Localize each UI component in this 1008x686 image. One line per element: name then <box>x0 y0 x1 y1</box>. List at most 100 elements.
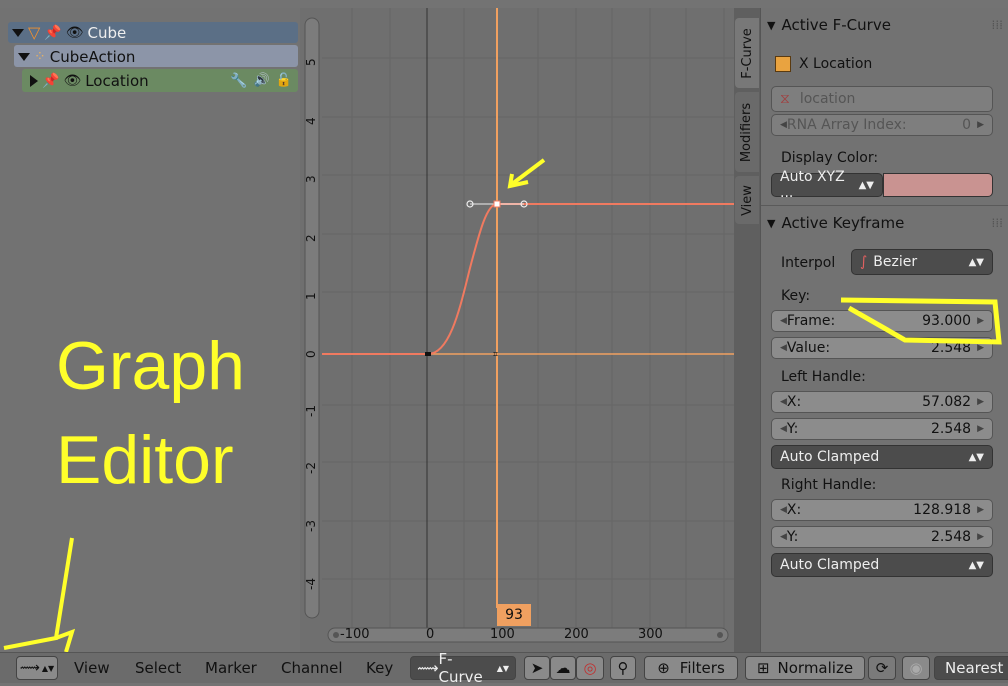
display-color-swatch[interactable] <box>883 173 993 197</box>
right-handle-x-field[interactable]: ◀ X: 128.918 ▶ <box>771 499 993 521</box>
panel-header-active-fcurve[interactable]: ▼ Active F-Curve ⁞⁞⁞ <box>767 12 1003 38</box>
collapse-triangle-icon[interactable] <box>30 74 38 87</box>
y-tick-label: 1 <box>304 292 318 300</box>
left-handle-x-field[interactable]: ◀ X: 57.082 ▶ <box>771 391 993 413</box>
graph-editor-icon: ⟿ <box>19 660 40 676</box>
action-icon: ⁘ <box>34 48 46 65</box>
pin-icon[interactable]: 📌 <box>44 25 61 41</box>
scroll-handle-right <box>717 632 723 638</box>
updown-icon: ▲▼ <box>968 451 984 463</box>
data-path-text: location <box>799 91 856 107</box>
right-handle-type-select[interactable]: Auto Clamped ▲▼ <box>771 553 993 577</box>
left-handle-y-value: 2.548 <box>930 421 972 437</box>
plus-icon: ⊕ <box>657 659 670 677</box>
show-hidden-toggle[interactable]: ☁ <box>550 656 576 680</box>
display-color-label: Display Color: <box>781 150 879 166</box>
only-selected-toggle[interactable]: ➤ <box>524 656 550 680</box>
proportional-edit-toggle[interactable]: ◉ <box>902 656 930 680</box>
fcurve-path[interactable] <box>322 203 734 355</box>
refresh-icon: ⟳ <box>875 659 889 677</box>
mode-value: F-Curve <box>438 650 483 686</box>
interpol-label: Interpol <box>781 255 836 271</box>
speaker-icon[interactable]: 🔊 <box>253 73 269 88</box>
search-toggle[interactable]: ⚲ <box>610 656 636 680</box>
cursor-arrow-icon: ➤ <box>530 659 544 677</box>
menu-marker[interactable]: Marker <box>205 659 257 677</box>
filters-label: Filters <box>679 659 725 677</box>
fcurve-name: X Location <box>799 56 873 72</box>
display-color-mode-select[interactable]: Auto XYZ ... ▲▼ <box>771 169 883 201</box>
graph-region[interactable]: ⌗ 5 4 3 2 1 0 -1 -2 -3 -4 -100 0 100 200… <box>300 8 734 652</box>
interpolation-select[interactable]: ∫ Bezier ▲▼ <box>851 249 993 275</box>
eye-icon[interactable]: 👁 <box>63 73 81 89</box>
current-frame-badge[interactable]: 93 <box>497 604 531 626</box>
pin-icon[interactable]: 📌 <box>42 73 59 89</box>
right-handle-x-value: 128.918 <box>913 502 972 518</box>
y-tick-label: 0 <box>304 350 318 358</box>
snap-select[interactable]: Nearest <box>934 656 1008 680</box>
left-handle-type-value: Auto Clamped <box>780 449 880 465</box>
horizontal-scrollbar[interactable] <box>327 627 729 643</box>
updown-icon: ▲▼ <box>496 663 509 673</box>
menu-key[interactable]: Key <box>366 659 393 677</box>
expand-triangle-icon[interactable] <box>12 28 24 37</box>
x-tick-label: 200 <box>564 627 589 642</box>
normalize-refresh-button[interactable]: ⟳ <box>868 656 896 680</box>
frame-label: Frame: <box>786 313 836 329</box>
tab-view-label: View <box>739 184 755 216</box>
left-handle-type-select[interactable]: Auto Clamped ▲▼ <box>771 445 993 469</box>
menu-select[interactable]: Select <box>135 659 181 677</box>
normalize-icon: ⊞ <box>756 659 770 677</box>
panel-collapse-icon: ▼ <box>767 18 776 32</box>
panel-header-active-keyframe[interactable]: ▼ Active Keyframe ⁞⁞⁞ <box>767 210 1003 236</box>
lifebuoy-icon: ◎ <box>583 659 597 677</box>
magnifier-icon: ⚲ <box>617 659 629 677</box>
left-handle-y-field[interactable]: ◀ Y: 2.548 ▶ <box>771 418 993 440</box>
updown-icon: ▲▼ <box>41 663 55 673</box>
tab-fcurve[interactable]: F-Curve <box>735 18 759 88</box>
graph-canvas[interactable]: ⌗ <box>300 8 734 652</box>
rna-index-label: RNA Array Index: <box>786 117 907 133</box>
right-handle-y-value: 2.548 <box>930 529 972 545</box>
rna-index-field[interactable]: ◀ RNA Array Index: 0 ▶ <box>771 114 993 136</box>
annotation-frame-highlight <box>840 297 1002 345</box>
cursor-marker: ⌗ <box>493 350 498 360</box>
value-label: Value: <box>786 340 831 356</box>
channel-label-object: Cube <box>87 23 127 42</box>
filters-button[interactable]: ⊕ Filters <box>644 656 738 680</box>
channel-label-group: Location <box>85 71 149 90</box>
keyframe-point[interactable] <box>493 200 501 208</box>
annotation-arrow-keyframe <box>507 158 546 189</box>
wrench-icon[interactable]: 🔧 <box>230 73 247 89</box>
eye-icon[interactable]: 👁 <box>66 25 84 41</box>
menu-channel[interactable]: Channel <box>281 659 343 677</box>
only-errors-toggle[interactable]: ◎ <box>576 656 604 680</box>
left-handle-x-label: X: <box>786 394 802 410</box>
display-color-mode-text: Auto XYZ ... <box>780 169 845 201</box>
data-path-field[interactable]: ⧖ location <box>771 86 993 112</box>
x-tick-label: 100 <box>490 627 515 642</box>
keyframe-point-start[interactable] <box>425 352 431 356</box>
interpolation-value: Bezier <box>873 254 918 270</box>
lock-icon[interactable]: 🔓 <box>276 73 292 88</box>
expand-triangle-icon[interactable] <box>18 52 30 61</box>
mode-select[interactable]: ⟿ F-Curve ▲▼ <box>410 650 516 686</box>
tab-modifiers[interactable]: Modifiers <box>735 92 759 172</box>
annotation-arrow-mark <box>3 537 76 652</box>
right-handle-type-value: Auto Clamped <box>780 557 880 573</box>
bezier-icon: ∫ <box>860 254 868 270</box>
editor-type-select[interactable]: ⟿ ▲▼ <box>16 656 58 680</box>
key-label: Key: <box>781 288 811 304</box>
right-handle-y-field[interactable]: ◀ Y: 2.548 ▶ <box>771 526 993 548</box>
y-tick-label: -1 <box>304 405 318 417</box>
normalize-toggle[interactable]: ⊞ Normalize <box>745 656 865 680</box>
y-tick-label: -4 <box>304 578 318 590</box>
tab-view[interactable]: View <box>735 176 759 224</box>
menu-view[interactable]: View <box>74 659 110 677</box>
drag-handle-icon[interactable]: ⁞⁞⁞ <box>992 18 1003 32</box>
tab-modifiers-label: Modifiers <box>739 102 755 162</box>
left-handle-label: Left Handle: <box>781 369 866 385</box>
drag-handle-icon[interactable]: ⁞⁞⁞ <box>992 216 1003 230</box>
rna-index-value: 0 <box>962 117 972 133</box>
divider <box>761 205 1008 206</box>
